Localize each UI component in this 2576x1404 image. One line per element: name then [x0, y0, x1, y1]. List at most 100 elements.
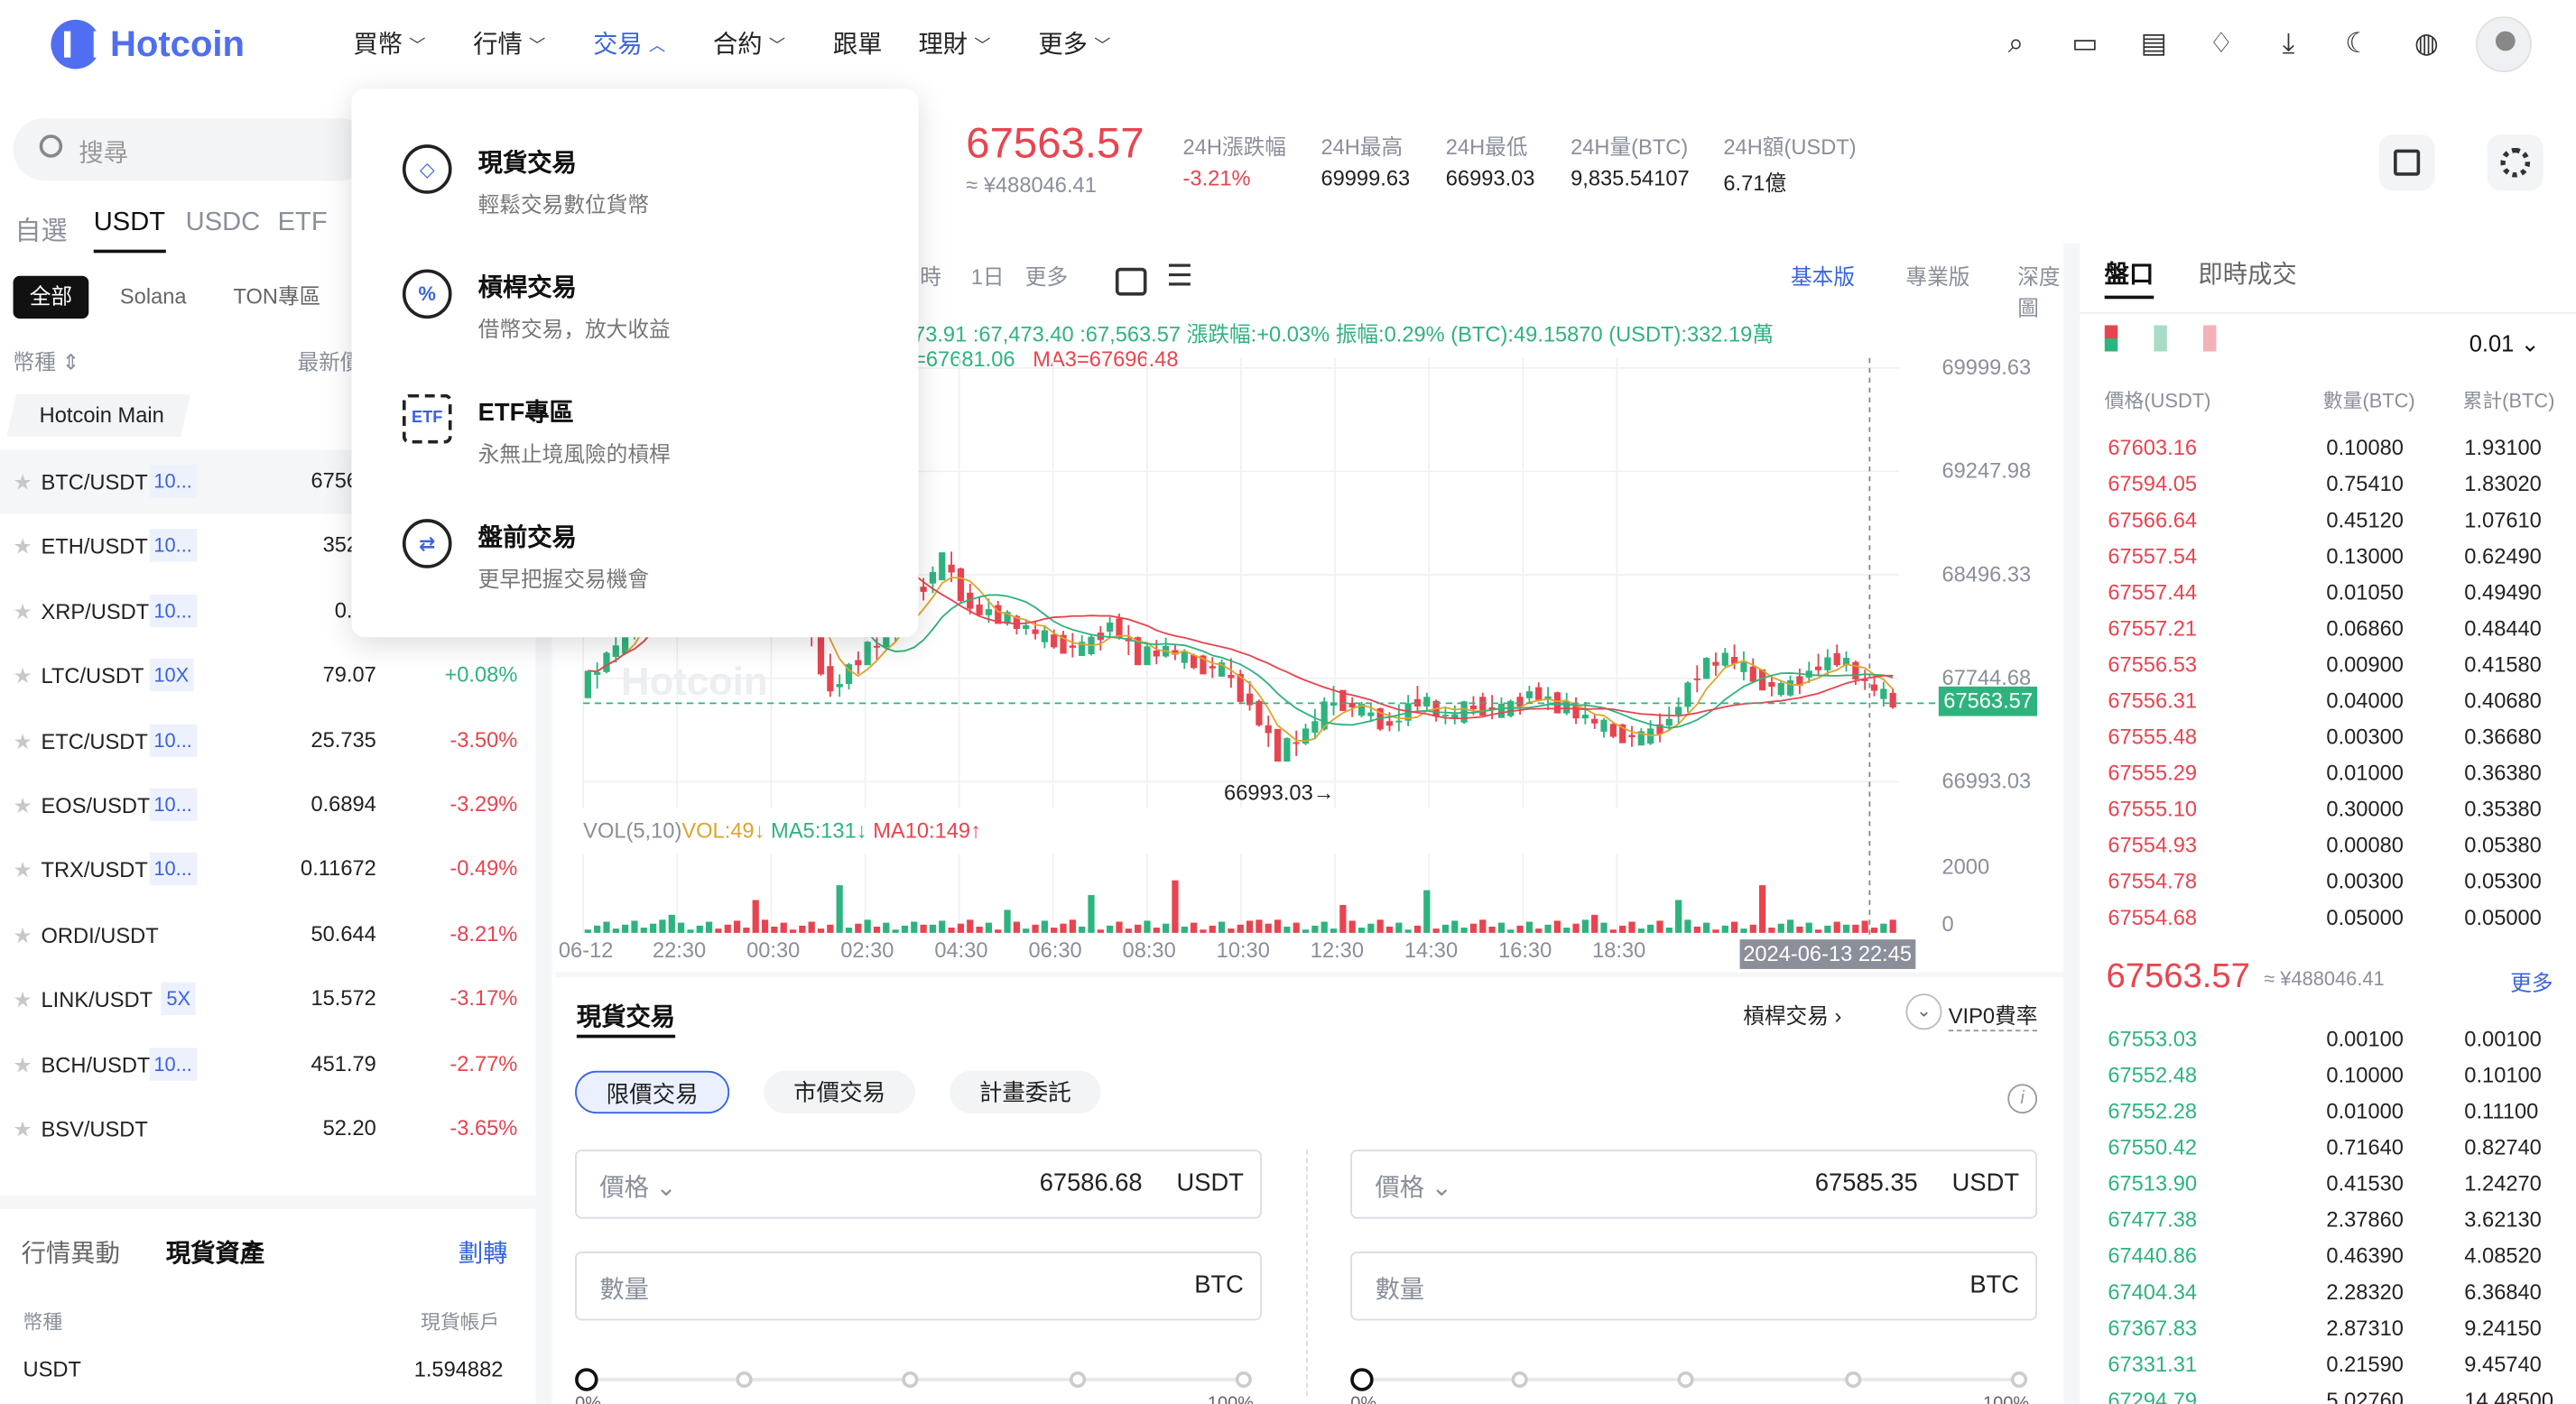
sell-slider-stop[interactable] [1844, 1371, 1861, 1389]
order-type-0[interactable]: 限價交易 [575, 1070, 730, 1114]
sell-price-label[interactable]: 價格 ⌄ [1376, 1169, 1452, 1204]
buy-slider-stop[interactable] [1069, 1371, 1086, 1389]
buy-qty-field[interactable]: 數量 BTC [575, 1251, 1262, 1321]
buy-slider-stop[interactable] [575, 1368, 598, 1391]
star-icon[interactable]: ★ [14, 1117, 32, 1143]
filter-chip-0[interactable]: 全部 [13, 275, 89, 319]
dropdown-item-2[interactable]: ETF ETF專區 永無止境風險的槓桿 [352, 358, 919, 483]
ask-row[interactable]: 67557.21 0.06860 0.48440 [2080, 611, 2576, 647]
buy-slider-stop[interactable] [902, 1371, 919, 1389]
market-row[interactable]: ★ LINK/USDT 5X 15.572 -3.17% [0, 967, 535, 1031]
asset-tab-1[interactable]: 現貨資產 [166, 1235, 264, 1270]
star-icon[interactable]: ★ [14, 1052, 32, 1078]
vip-fee-link[interactable]: VIP0費率 [1948, 999, 2038, 1032]
nav-4[interactable]: 跟單 [833, 26, 883, 60]
bid-row[interactable]: 67550.42 0.71640 0.82740 [2080, 1130, 2576, 1166]
bid-row[interactable]: 67440.86 0.46390 4.08520 [2080, 1238, 2576, 1274]
nav-0[interactable]: 買幣 ﹀ [353, 26, 425, 60]
star-icon[interactable]: ★ [14, 599, 32, 625]
buy-price-field[interactable]: 價格 ⌄ 67586.68 USDT [575, 1150, 1262, 1219]
layout-button[interactable] [2378, 134, 2435, 191]
nav-6[interactable]: 更多 ﹀ [1038, 26, 1110, 60]
ask-row[interactable]: 67556.53 0.00900 0.41580 [2080, 647, 2576, 683]
settings-button[interactable] [2487, 134, 2544, 191]
bid-row[interactable]: 67294.79 5.02760 14.48500 [2080, 1383, 2576, 1404]
buy-slider-stop[interactable] [1235, 1371, 1252, 1389]
depth-bids-icon[interactable] [2154, 325, 2167, 352]
bid-row[interactable]: 67513.90 0.41530 1.24270 [2080, 1166, 2576, 1202]
margin-trade-link[interactable]: 槓桿交易 › [1743, 999, 1841, 1030]
market-row[interactable]: ★ EOS/USDT 10... 0.6894 -3.29% [0, 773, 535, 837]
dropdown-item-3[interactable]: ⇄ 盤前交易 更早把握交易機會 [352, 483, 919, 607]
logo[interactable]: Hotcoin [51, 19, 245, 69]
ask-row[interactable]: 67554.93 0.00080 0.05380 [2080, 827, 2576, 864]
bid-row[interactable]: 67552.28 0.01000 0.11100 [2080, 1094, 2576, 1130]
search-input[interactable]: 搜尋 [13, 118, 372, 181]
ask-row[interactable]: 67556.31 0.04000 0.40680 [2080, 683, 2576, 719]
sell-slider-stop[interactable] [1677, 1371, 1694, 1389]
col-coin-header[interactable]: 幣種 ⇕ [14, 345, 80, 376]
market-tab-1[interactable]: USDT [93, 208, 165, 254]
sell-slider-stop[interactable] [1350, 1368, 1374, 1391]
filter-chip-2[interactable]: TON專區 [217, 276, 337, 319]
ask-row[interactable]: 67566.64 0.45120 1.07610 [2080, 503, 2576, 539]
star-icon[interactable]: ★ [14, 923, 32, 949]
group-tag[interactable]: Hotcoin Main [6, 394, 190, 437]
star-icon[interactable]: ★ [14, 664, 32, 690]
bid-row[interactable]: 67477.38 2.37860 3.62130 [2080, 1202, 2576, 1238]
moon-icon[interactable]: ☾ [2340, 26, 2376, 62]
dropdown-item-0[interactable]: ◇ 現貨交易 輕鬆交易數位貨幣 [352, 108, 919, 233]
orders-icon[interactable]: ▤ [2136, 26, 2172, 62]
star-icon[interactable]: ★ [14, 987, 32, 1013]
market-row[interactable]: ★ TRX/USDT 10... 0.11672 -0.49% [0, 838, 535, 902]
ask-row[interactable]: 67555.10 0.30000 0.35380 [2080, 791, 2576, 827]
bid-row[interactable]: 67404.34 2.28320 6.36840 [2080, 1274, 2576, 1310]
depth-asks-icon[interactable] [2202, 325, 2217, 352]
ob-tab-1[interactable]: 即時成交 [2198, 256, 2296, 291]
order-type-1[interactable]: 市價交易 [764, 1070, 915, 1114]
sell-slider-stop[interactable] [1510, 1371, 1527, 1389]
bid-row[interactable]: 67553.03 0.00100 0.00100 [2080, 1021, 2576, 1058]
precision-select[interactable]: 0.01 ⌄ [2469, 330, 2540, 358]
search-icon[interactable]: ⌕ [1997, 26, 2034, 62]
ask-row[interactable]: 67555.48 0.00300 0.36680 [2080, 719, 2576, 755]
market-row[interactable]: ★ ORDI/USDT 50.644 -8.21% [0, 903, 535, 967]
nav-1[interactable]: 行情 ﹀ [473, 26, 545, 60]
market-tab-2[interactable]: USDC [186, 208, 261, 238]
nav-2[interactable]: 交易 ︿ [593, 26, 665, 60]
ask-row[interactable]: 67594.05 0.75410 1.83020 [2080, 466, 2576, 503]
sell-slider-stop[interactable] [2010, 1371, 2028, 1389]
buy-slider-stop[interactable] [735, 1371, 752, 1389]
bid-row[interactable]: 67331.31 0.21590 9.45740 [2080, 1347, 2576, 1383]
dropdown-item-1[interactable]: % 槓桿交易 借幣交易，放大收益 [352, 233, 919, 357]
market-tab-3[interactable]: ETF [278, 208, 328, 238]
ask-row[interactable]: 67603.16 0.10080 1.93100 [2080, 430, 2576, 466]
ask-row[interactable]: 67557.44 0.01050 0.49490 [2080, 575, 2576, 611]
star-icon[interactable]: ★ [14, 728, 32, 754]
wallet-icon[interactable]: ▭ [2067, 26, 2103, 62]
nav-3[interactable]: 合約 ﹀ [713, 26, 785, 60]
nav-5[interactable]: 理財 ﹀ [918, 26, 990, 60]
order-type-2[interactable]: 計畫委託 [950, 1070, 1101, 1114]
sell-price-field[interactable]: 價格 ⌄ 67585.35 USDT [1350, 1150, 2038, 1219]
depth-both-icon[interactable] [2104, 325, 2118, 352]
ask-row[interactable]: 67554.68 0.05000 0.05000 [2080, 900, 2576, 936]
market-row[interactable]: ★ BCH/USDT 10... 451.79 -2.77% [0, 1032, 535, 1096]
ob-more-link[interactable]: 更多 [2510, 965, 2553, 997]
info-icon[interactable]: i [2007, 1084, 2038, 1114]
filter-chip-1[interactable]: Solana [104, 276, 203, 319]
spot-trade-tab[interactable]: 現貨交易 [577, 999, 675, 1033]
star-icon[interactable]: ★ [14, 534, 32, 560]
bid-row[interactable]: 67552.48 0.10000 0.10100 [2080, 1058, 2576, 1094]
ask-row[interactable]: 67557.54 0.13000 0.62490 [2080, 539, 2576, 575]
sell-qty-field[interactable]: 數量 BTC [1350, 1251, 2038, 1321]
ask-row[interactable]: 67555.29 0.01000 0.36380 [2080, 755, 2576, 791]
star-icon[interactable]: ★ [14, 858, 32, 884]
asset-tab-0[interactable]: 行情異動 [22, 1235, 120, 1270]
market-row[interactable]: ★ LTC/USDT 10X 79.07 +0.08% [0, 644, 535, 708]
transfer-link[interactable]: 劃轉 [459, 1235, 508, 1270]
market-row[interactable]: ★ ETC/USDT 10... 25.735 -3.50% [0, 709, 535, 773]
star-icon[interactable]: ★ [14, 470, 32, 496]
buy-price-label[interactable]: 價格 ⌄ [599, 1169, 676, 1204]
bell-icon[interactable]: ♢ [2203, 26, 2239, 62]
